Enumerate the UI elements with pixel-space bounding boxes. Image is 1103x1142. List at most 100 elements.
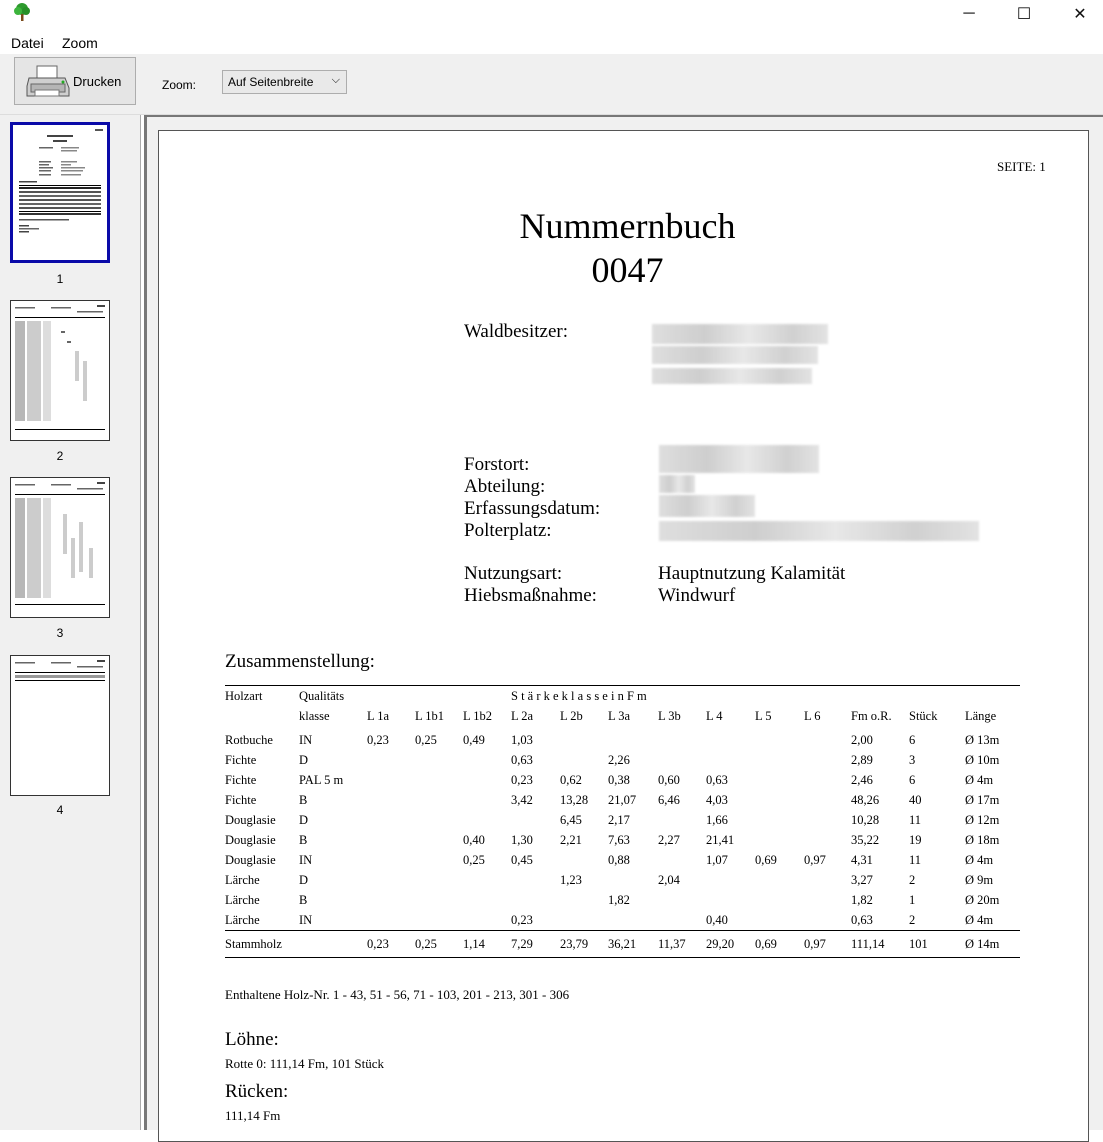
cell (367, 810, 415, 830)
cell: 21,07 (608, 792, 637, 807)
cell (658, 726, 706, 750)
cell (804, 726, 851, 750)
cell: Lärche (225, 912, 260, 927)
table-header-row: klasse L 1a L 1b1 L 1b2 L 2a L 2b L 3a L… (225, 706, 1020, 726)
cell (804, 770, 851, 790)
cell (463, 770, 511, 790)
redacted-value (659, 495, 755, 517)
cell (463, 910, 511, 931)
cell: 0,23 (367, 930, 415, 958)
redacted-value (652, 368, 812, 384)
cell (367, 750, 415, 770)
abteilung-label: Abteilung: (464, 476, 546, 497)
cell (804, 790, 851, 810)
cell: IN (299, 732, 313, 747)
column-header: L 2a (511, 708, 534, 723)
cell: 1,30 (511, 832, 533, 847)
cell: 3,27 (851, 872, 873, 887)
page-thumbnail-4[interactable] (10, 655, 110, 796)
cell: 3,42 (511, 792, 533, 807)
cell: 0,60 (658, 772, 680, 787)
cell (367, 910, 415, 931)
cell (706, 750, 755, 770)
cell: 2,46 (851, 772, 873, 787)
cell: D (299, 872, 309, 887)
cell: 23,79 (560, 930, 608, 958)
zoom-select[interactable]: Auf Seitenbreite ⌵ (222, 70, 347, 94)
cell: Fichte (225, 792, 257, 807)
print-button[interactable]: Drucken (14, 57, 136, 105)
thumbnail-number: 4 (56, 803, 64, 817)
cell: 0,97 (804, 930, 851, 958)
cell (415, 790, 463, 810)
minimize-button[interactable]: ─ (946, 0, 992, 28)
maximize-button[interactable]: ☐ (1001, 0, 1047, 28)
menu-zoom[interactable]: Zoom (62, 35, 98, 51)
cell (658, 810, 706, 830)
cell: IN (299, 852, 313, 867)
cell (560, 750, 608, 770)
cell: 48,26 (851, 792, 880, 807)
table-row: Fichte D 0,63 2,26 2,89 3 Ø 10m (225, 750, 1020, 770)
cell (706, 870, 755, 890)
cell: 21,41 (706, 832, 735, 847)
cell (415, 770, 463, 790)
cell: 4,03 (706, 792, 728, 807)
column-header-holzart: Holzart (225, 685, 299, 706)
document-number: 0047 (591, 250, 664, 290)
cell (511, 810, 560, 830)
page-thumbnail-3[interactable] (10, 477, 110, 618)
thumbnail-preview (15, 482, 105, 605)
redacted-value (652, 324, 828, 344)
column-header-qualitaet: Qualitäts (299, 685, 367, 706)
zoom-label: Zoom: (162, 78, 197, 92)
cell: 1,82 (851, 892, 873, 907)
cell (658, 890, 706, 910)
cell: 2,89 (851, 752, 873, 767)
cell: 3 (909, 752, 916, 767)
cell: Ø 18m (965, 832, 1000, 847)
cell: Ø 14m (965, 930, 1020, 958)
cell (511, 890, 560, 910)
print-label: Drucken (73, 74, 122, 89)
cell (560, 910, 608, 931)
page-thumbnail-2[interactable] (10, 300, 110, 441)
page-thumbnail-1[interactable] (10, 122, 110, 263)
cell (463, 890, 511, 910)
cell: PAL 5 m (299, 772, 344, 787)
cell: 4,31 (851, 852, 873, 867)
nutzungsart-label: Nutzungsart: (464, 563, 563, 584)
cell: 35,22 (851, 832, 880, 847)
cell: D (299, 752, 309, 767)
cell (755, 870, 804, 890)
cell: 1,23 (560, 872, 582, 887)
cell: Lärche (225, 872, 260, 887)
table-row: Fichte B 3,42 13,28 21,07 6,46 4,03 48,26 40 Ø 17… (225, 790, 1020, 810)
cell (415, 850, 463, 870)
printer-icon (26, 65, 70, 97)
cell: 0,97 (804, 852, 826, 867)
cell (415, 830, 463, 850)
table-row: Lärche D 1,23 2,04 3,27 2 Ø 9m (225, 870, 1020, 890)
cell: 1 (909, 892, 916, 907)
cell (658, 850, 706, 870)
cell: 0,38 (608, 772, 630, 787)
thumbnail-sidebar[interactable] (0, 115, 141, 1130)
cell (463, 790, 511, 810)
cell (415, 870, 463, 890)
table-row: Lärche IN 0,23 0,40 0,63 2 Ø 4m (225, 910, 1020, 931)
cell (804, 810, 851, 830)
cell (415, 810, 463, 830)
close-button[interactable]: ✕ (1057, 0, 1103, 28)
cell (560, 850, 608, 870)
cell (755, 726, 804, 750)
thumbnail-number: 1 (56, 272, 64, 286)
menu-file[interactable]: Datei (11, 35, 44, 51)
column-header: L 2b (560, 708, 583, 723)
cell (367, 830, 415, 850)
ruecken-text: 111,14 Fm (225, 1108, 281, 1123)
title-bar: ─ ☐ ✕ (0, 0, 1103, 32)
document-title: Nummernbuch (519, 206, 736, 246)
zoom-select-value: Auf Seitenbreite (228, 75, 314, 89)
cell: Ø 17m (965, 792, 1000, 807)
